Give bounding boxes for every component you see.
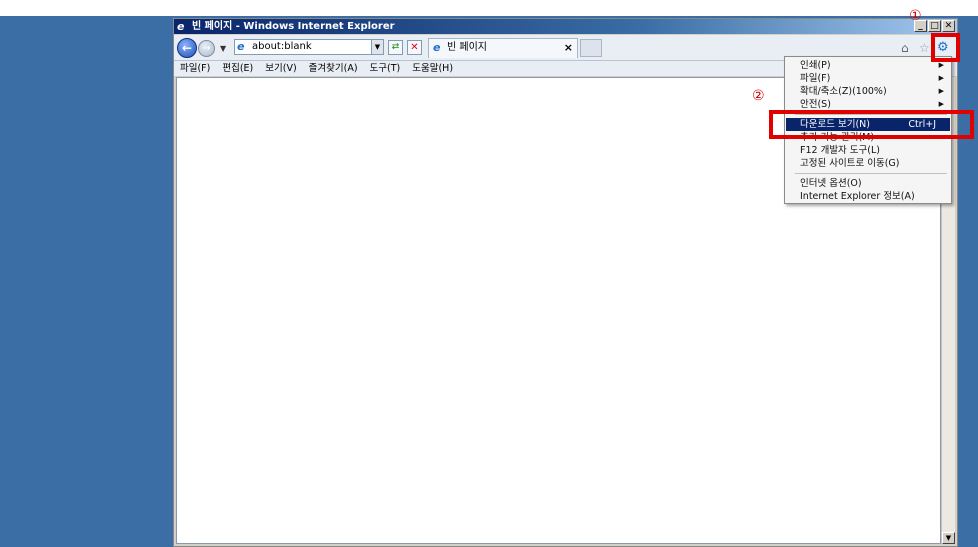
home-icon[interactable]: ⌂ (901, 42, 909, 54)
annotation-box-downloads (769, 110, 974, 139)
menu-help[interactable]: 도움말(H) (412, 61, 453, 76)
menu-item-label: 인터넷 옵션(O) (800, 178, 862, 189)
refresh-icon[interactable]: ⇄ (388, 40, 403, 55)
menu-file[interactable]: 파일(F) (180, 61, 210, 76)
submenu-arrow-icon: ▶ (938, 74, 944, 82)
page-ie-icon: e (237, 40, 245, 53)
ie-logo-icon: e (177, 20, 185, 33)
stop-icon[interactable]: ✕ (407, 40, 422, 55)
menu-edit[interactable]: 편집(E) (222, 61, 253, 76)
tab-close-icon[interactable]: × (564, 39, 573, 57)
menu-item-zoom[interactable]: 확대/축소(Z)(100%) ▶ (786, 85, 950, 98)
submenu-arrow-icon: ▶ (938, 87, 944, 95)
annotation-step-1: ① (909, 8, 922, 24)
menu-item-about-ie[interactable]: Internet Explorer 정보(A) (786, 190, 950, 203)
maximize-button[interactable]: □ (928, 20, 941, 32)
title-bar[interactable]: e 빈 페이지 - Windows Internet Explorer _ □ … (174, 19, 957, 34)
menu-item-label: 확대/축소(Z)(100%) (800, 86, 887, 97)
tab-blank-page[interactable]: e 빈 페이지 × (428, 38, 578, 58)
new-tab-button[interactable] (580, 39, 602, 57)
close-button[interactable]: ✕ (942, 20, 955, 32)
favorites-star-icon[interactable]: ☆ (919, 42, 930, 54)
menu-item-f12-devtools[interactable]: F12 개발자 도구(L) (786, 144, 950, 157)
menu-item-label: 파일(F) (800, 73, 831, 84)
menu-item-pinned-sites[interactable]: 고정된 사이트로 이동(G) (786, 157, 950, 170)
menu-item-label: 고정된 사이트로 이동(G) (800, 158, 900, 169)
forward-arrow-icon[interactable]: → (198, 40, 215, 57)
tab-title: 빈 페이지 (447, 42, 487, 53)
menu-item-label: Internet Explorer 정보(A) (800, 191, 915, 202)
back-arrow-icon[interactable]: ← (177, 38, 197, 58)
menu-view[interactable]: 보기(V) (265, 61, 296, 76)
address-dropdown-icon[interactable]: ▼ (371, 40, 383, 54)
menu-item-internet-options[interactable]: 인터넷 옵션(O) (786, 177, 950, 190)
annotation-box-gear (931, 33, 960, 62)
menu-item-label: 안전(S) (800, 99, 831, 110)
address-text: about:blank (252, 41, 312, 52)
address-bar[interactable]: e about:blank ▼ (234, 39, 384, 55)
menu-item-label: F12 개발자 도구(L) (800, 145, 880, 156)
scroll-down-icon[interactable]: ▼ (942, 532, 955, 544)
menu-item-label: 인쇄(P) (800, 60, 831, 71)
tab-ie-icon: e (433, 41, 441, 54)
menu-favorites[interactable]: 즐겨찾기(A) (309, 61, 358, 76)
window-title: 빈 페이지 - Windows Internet Explorer (192, 21, 395, 32)
menu-item-print[interactable]: 인쇄(P) ▶ (786, 59, 950, 72)
history-dropdown-icon[interactable]: ▼ (220, 44, 226, 53)
menu-separator (795, 173, 947, 174)
annotation-step-2: ② (752, 88, 765, 104)
menu-tools[interactable]: 도구(T) (370, 61, 401, 76)
menu-item-file[interactable]: 파일(F) ▶ (786, 72, 950, 85)
